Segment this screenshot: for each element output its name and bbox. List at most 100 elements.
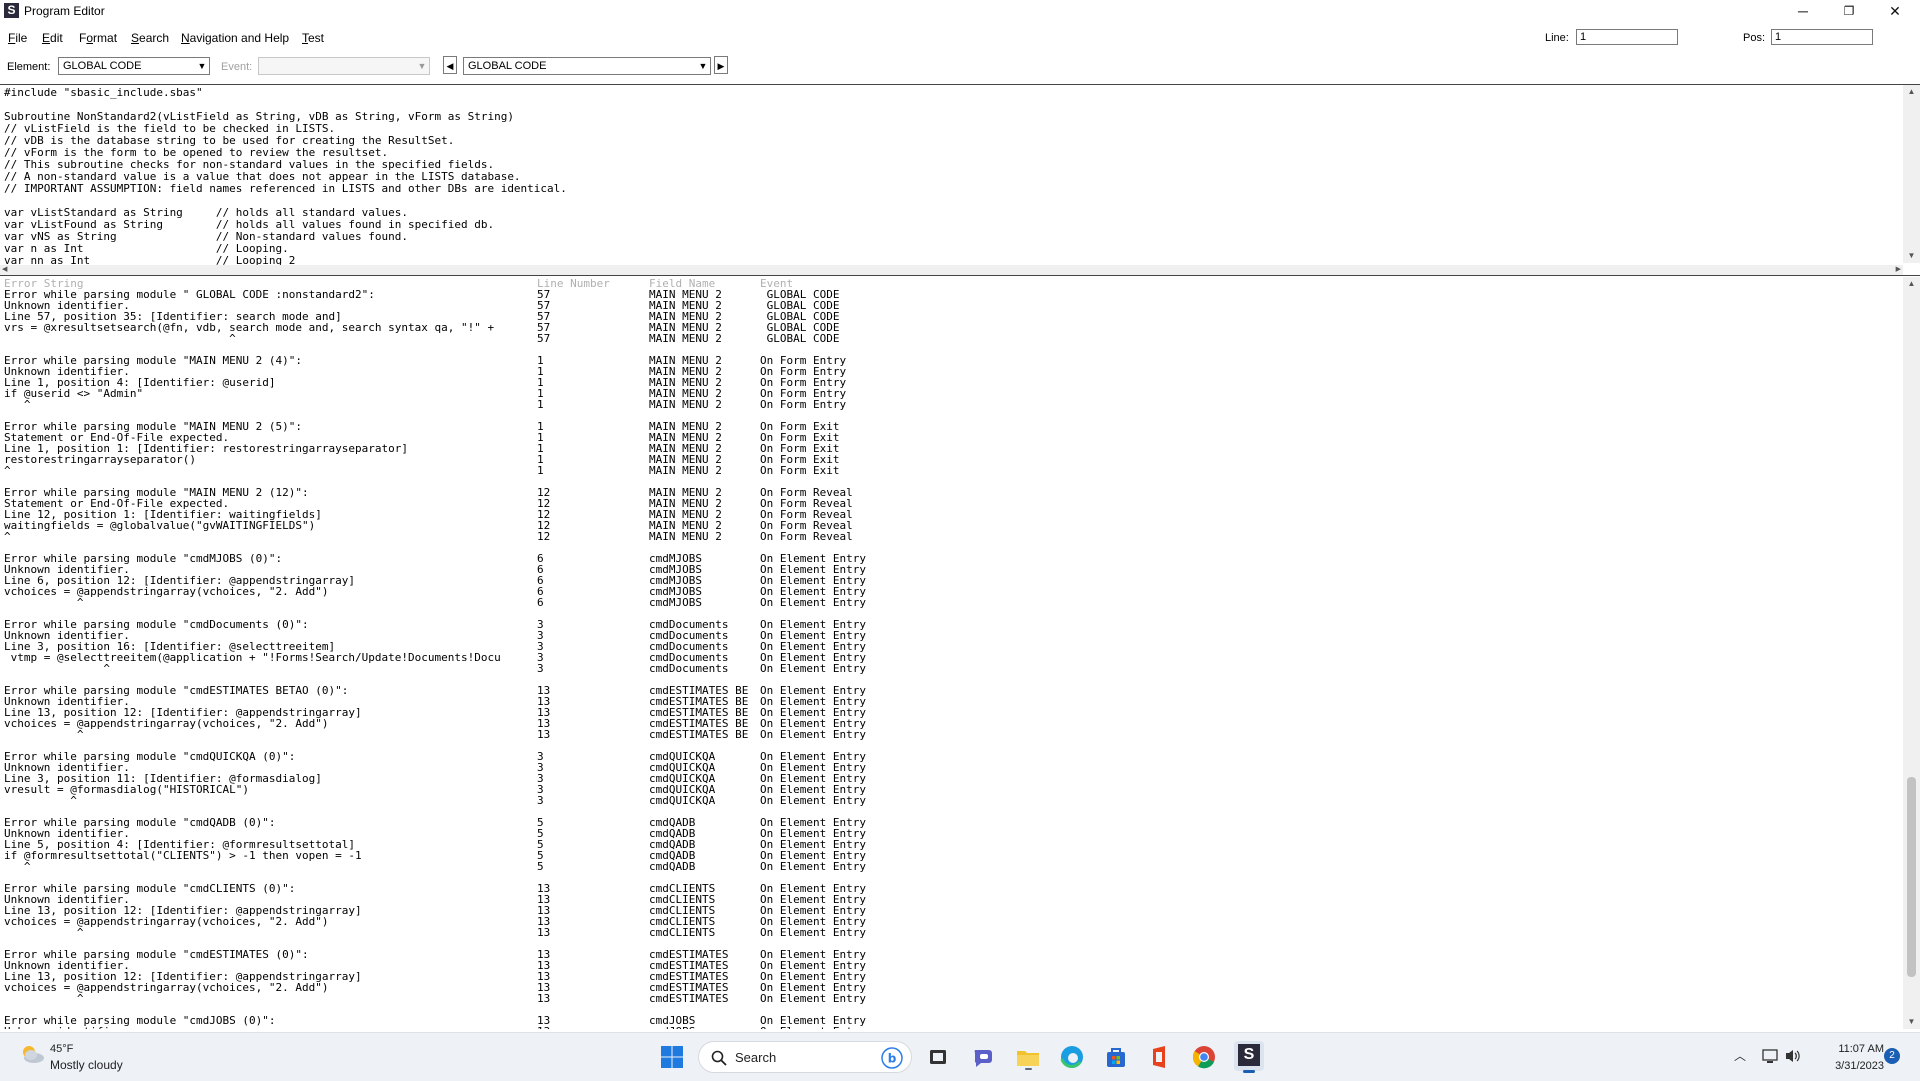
table-row[interactable]: vchoices = @appendstringarray(vchoices, … xyxy=(0,718,1900,729)
table-row[interactable]: Error while parsing module "cmdQUICKQA (… xyxy=(0,751,1900,762)
navigation-select[interactable]: GLOBAL CODE ▼ xyxy=(463,57,711,75)
notification-badge[interactable]: 2 xyxy=(1884,1048,1900,1064)
menu-edit[interactable]: Edit xyxy=(42,31,63,45)
line-field[interactable] xyxy=(1576,29,1678,45)
windows-start-icon[interactable] xyxy=(660,1045,684,1069)
table-row[interactable] xyxy=(0,674,1900,685)
table-row[interactable]: Error while parsing module " GLOBAL CODE… xyxy=(0,289,1900,300)
table-row[interactable] xyxy=(0,872,1900,883)
table-row[interactable]: Statement or End-Of-File expected. 1 MAIN … xyxy=(0,432,1900,443)
table-row[interactable]: vchoices = @appendstringarray(vchoices, … xyxy=(0,982,1900,993)
table-row[interactable]: Line 13, position 12: [Identifier: @appe… xyxy=(0,971,1900,982)
table-row[interactable]: vrs = @xresultsetsearch(@fn, vdb, search… xyxy=(0,322,1900,333)
scroll-right-icon[interactable]: ▶ xyxy=(1896,265,1901,273)
menu-format[interactable]: Format xyxy=(79,31,117,45)
table-row[interactable]: Line 12, position 1: [Identifier: waitin… xyxy=(0,509,1900,520)
pos-field[interactable] xyxy=(1771,29,1873,45)
element-select[interactable]: GLOBAL CODE ▼ xyxy=(58,57,210,75)
table-row[interactable]: ^ 1 MAIN MENU 2 On Form Exit xyxy=(0,465,1900,476)
table-row[interactable]: ^ 6 cmdMJOBS On Element Entry xyxy=(0,597,1900,608)
teams-chat-icon[interactable] xyxy=(970,1043,998,1071)
clock-date[interactable]: 3/31/2023 xyxy=(1820,1060,1884,1072)
table-row[interactable]: ^ 13 cmdESTIMATES On Element Entry xyxy=(0,993,1900,1004)
table-row[interactable]: vresult = @formasdialog("HISTORICAL") 3 cm… xyxy=(0,784,1900,795)
program-editor-taskbar-button[interactable]: S xyxy=(1234,1041,1264,1073)
scroll-thumb[interactable] xyxy=(1907,777,1916,977)
menu-navigation-help[interactable]: Navigation and Help xyxy=(181,31,289,45)
table-row[interactable]: Unknown identifier. 13 cmdESTIMATES_BE On E… xyxy=(0,696,1900,707)
table-row[interactable]: Unknown identifier. 3 cmdDocuments On Eleme… xyxy=(0,630,1900,641)
table-row[interactable] xyxy=(0,542,1900,553)
table-row[interactable]: Unknown identifier. 13 cmdCLIENTS On Elemen… xyxy=(0,894,1900,905)
table-row[interactable]: Error while parsing module "cmdJOBS (0)"… xyxy=(0,1015,1900,1026)
editor-horizontal-scrollbar[interactable]: ◀ ▶ xyxy=(0,265,1903,275)
table-row[interactable]: Error while parsing module "cmdESTIMATES… xyxy=(0,685,1900,696)
table-row[interactable] xyxy=(0,476,1900,487)
errors-list[interactable]: Error String Line Number Field Name Even… xyxy=(0,277,1920,1029)
event-select[interactable]: ▼ xyxy=(258,57,430,75)
table-row[interactable]: ^ 5 cmdQADB On Element Entry xyxy=(0,861,1900,872)
editor-vertical-scrollbar[interactable]: ▲ ▼ xyxy=(1903,85,1920,263)
table-row[interactable]: if @userid <> "Admin" 1 MAIN MENU 2 On Form… xyxy=(0,388,1900,399)
table-row[interactable]: Line 6, position 12: [Identifier: @appen… xyxy=(0,575,1900,586)
table-row[interactable] xyxy=(0,344,1900,355)
table-row[interactable]: Error while parsing module "cmdQADB (0)"… xyxy=(0,817,1900,828)
table-row[interactable]: Line 3, position 11: [Identifier: @forma… xyxy=(0,773,1900,784)
table-row[interactable]: Unknown identifier. 5 cmdQADB On Element En… xyxy=(0,828,1900,839)
weather-description[interactable]: Mostly cloudy xyxy=(50,1058,123,1072)
code-text[interactable]: #include "sbasic_include.sbas" Subroutin… xyxy=(4,87,567,267)
task-view-icon[interactable] xyxy=(924,1043,952,1071)
close-button[interactable]: ✕ xyxy=(1872,0,1918,22)
table-row[interactable] xyxy=(0,1004,1900,1015)
table-row[interactable]: Line 1, position 4: [Identifier: @userid… xyxy=(0,377,1900,388)
table-row[interactable]: Error while parsing module "cmdCLIENTS (… xyxy=(0,883,1900,894)
clock-time[interactable]: 11:07 AM xyxy=(1824,1043,1884,1055)
table-row[interactable] xyxy=(0,806,1900,817)
table-row[interactable]: Unknown identifier. 1 MAIN MENU 2 On Form E… xyxy=(0,366,1900,377)
errors-vertical-scrollbar[interactable]: ▲ ▼ xyxy=(1903,277,1920,1029)
table-row[interactable]: Unknown identifier. 6 cmdMJOBS On Element E… xyxy=(0,564,1900,575)
table-row[interactable]: vtmp = @selecttreeitem(@application + "!… xyxy=(0,652,1900,663)
table-row[interactable]: Error while parsing module "MAIN MENU 2 … xyxy=(0,487,1900,498)
table-row[interactable]: Error while parsing module "cmdMJOBS (0)… xyxy=(0,553,1900,564)
table-row[interactable]: waitingfields = @globalvalue("gvWAITINGF… xyxy=(0,520,1900,531)
taskbar-search-box[interactable]: Search b xyxy=(698,1041,912,1073)
weather-cloud-icon[interactable] xyxy=(18,1043,46,1065)
chevron-up-icon[interactable]: ︿ xyxy=(1734,1047,1746,1064)
table-row[interactable]: Statement or End-Of-File expected. 12 MAIN… xyxy=(0,498,1900,509)
table-row[interactable]: Line 3, position 16: [Identifier: @selec… xyxy=(0,641,1900,652)
network-icon[interactable] xyxy=(1762,1048,1780,1064)
maximize-button[interactable]: ❐ xyxy=(1826,0,1872,22)
menu-file[interactable]: File xyxy=(8,31,27,45)
table-row[interactable] xyxy=(0,740,1900,751)
table-row[interactable]: Error while parsing module "cmdDocuments… xyxy=(0,619,1900,630)
volume-icon[interactable] xyxy=(1784,1048,1802,1064)
scroll-down-icon[interactable]: ▼ xyxy=(1903,249,1920,263)
table-row[interactable]: vchoices = @appendstringarray(vchoices, … xyxy=(0,916,1900,927)
table-row[interactable]: if @formresultsettotal("CLIENTS") > -1 t… xyxy=(0,850,1900,861)
microsoft-store-icon[interactable] xyxy=(1102,1043,1130,1071)
table-row[interactable] xyxy=(0,938,1900,949)
table-row[interactable]: ^ 57 MAIN MENU 2 GLOBAL CODE xyxy=(0,333,1900,344)
table-row[interactable]: Line 57, position 35: [Identifier: searc… xyxy=(0,311,1900,322)
table-row[interactable]: Line 5, position 4: [Identifier: @formre… xyxy=(0,839,1900,850)
table-row[interactable]: Unknown identifier. 3 cmdQUICKQA On Element… xyxy=(0,762,1900,773)
table-row[interactable] xyxy=(0,410,1900,421)
chrome-browser-icon[interactable] xyxy=(1190,1043,1218,1071)
table-row[interactable]: vchoices = @appendstringarray(vchoices, … xyxy=(0,586,1900,597)
minimize-button[interactable]: ─ xyxy=(1780,0,1826,22)
table-row[interactable]: ^ 13 cmdESTIMATES_BE On Element Entry xyxy=(0,729,1900,740)
office-icon[interactable] xyxy=(1146,1043,1174,1071)
scroll-up-icon[interactable]: ▲ xyxy=(1903,85,1920,99)
file-explorer-icon[interactable] xyxy=(1014,1043,1042,1071)
weather-temperature[interactable]: 45°F xyxy=(50,1043,73,1055)
table-row[interactable]: Line 1, position 1: [Identifier: restore… xyxy=(0,443,1900,454)
table-row[interactable]: ^ 13 cmdCLIENTS On Element Entry xyxy=(0,927,1900,938)
code-editor[interactable]: #include "sbasic_include.sbas" Subroutin… xyxy=(0,84,1920,276)
bing-icon[interactable]: b xyxy=(881,1047,903,1069)
table-row[interactable] xyxy=(0,608,1900,619)
menu-test[interactable]: Test xyxy=(302,31,324,45)
next-element-button[interactable]: ▶ xyxy=(714,56,728,74)
table-row[interactable]: Unknown identifier. 57 MAIN MENU 2 GLOBAL … xyxy=(0,300,1900,311)
table-row[interactable]: Unknown identifier.13 cmdJOBSOn Element E… xyxy=(0,1026,1900,1029)
